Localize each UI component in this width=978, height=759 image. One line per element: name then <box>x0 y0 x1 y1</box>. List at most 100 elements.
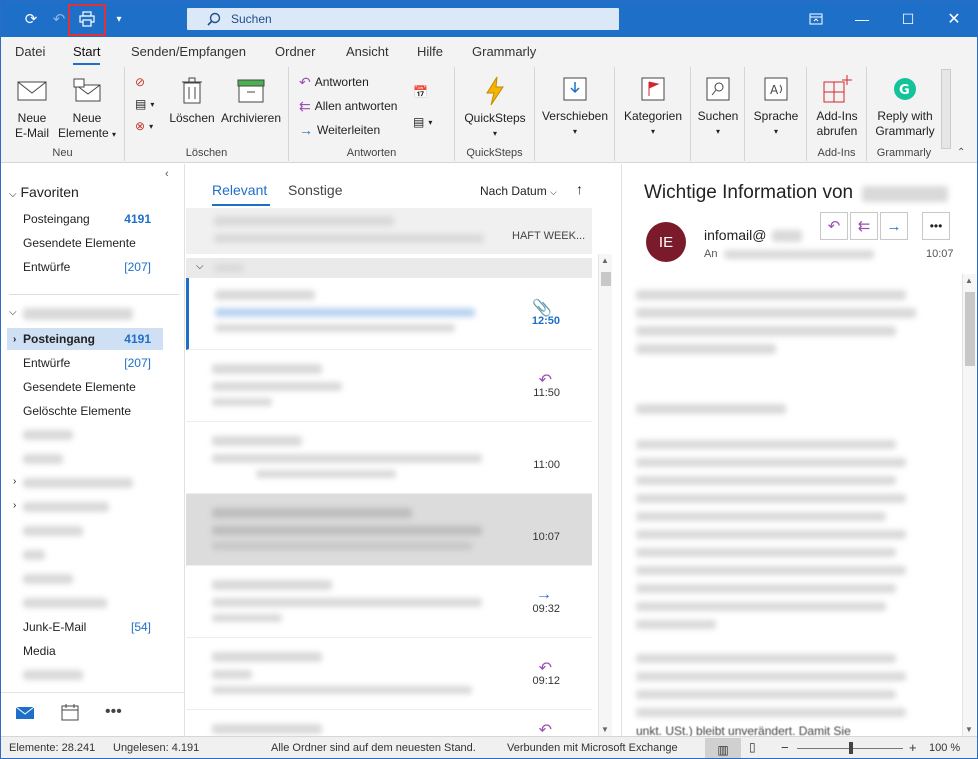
forward-button[interactable]: → Weiterleiten <box>299 119 380 141</box>
ribbon-display-icon[interactable] <box>793 1 839 37</box>
folder-blurred[interactable] <box>23 478 133 488</box>
avatar[interactable]: IE <box>646 222 686 262</box>
reply-all-button[interactable]: ⇇ Allen antworten <box>299 95 397 117</box>
reading-pane-scrollbar[interactable]: ▲ ▼ <box>962 274 976 736</box>
categories-button[interactable]: Kategorien ▾ <box>619 73 687 139</box>
tab-ordner[interactable]: Ordner <box>275 44 315 59</box>
folder-favorites-drafts[interactable]: Entwürfe [207] <box>23 256 163 278</box>
delete-button[interactable]: Löschen <box>169 75 215 126</box>
favorites-header[interactable]: ⌵ Favoriten <box>9 184 79 200</box>
folder-blurred[interactable] <box>23 550 45 560</box>
archive-button[interactable]: Archivieren <box>219 75 283 126</box>
zoom-slider-thumb[interactable] <box>849 742 853 754</box>
sync-icon[interactable]: ⟳ <box>17 5 45 33</box>
customize-toolbar-icon[interactable]: ▾ <box>105 5 133 33</box>
meeting-reply-button[interactable]: 📅 <box>413 81 428 103</box>
folder-blurred[interactable] <box>23 430 73 440</box>
message-item-selected[interactable]: 10:07 <box>186 494 592 566</box>
move-button[interactable]: Verschieben ▾ <box>541 73 609 139</box>
folder-blurred[interactable] <box>23 598 107 608</box>
item-count: Elemente: 28.241 <box>9 742 96 754</box>
search-input[interactable]: Suchen <box>187 8 619 30</box>
tab-datei[interactable]: Datei <box>15 44 45 59</box>
subject-blurred <box>212 526 482 535</box>
reading-view-button[interactable]: ▯ <box>749 740 756 754</box>
pinned-message[interactable]: HAFT WEEK... <box>186 208 592 254</box>
more-reply-button[interactable]: ▤ ▾ <box>413 111 432 133</box>
sort-direction-icon[interactable]: ↑ <box>576 181 583 197</box>
tab-grammarly[interactable]: Grammarly <box>472 44 536 59</box>
sender-address[interactable]: infomail@ <box>704 227 766 243</box>
folder-favorites-inbox[interactable]: Posteingang 4191 <box>23 208 163 230</box>
more-apps-icon[interactable]: ••• <box>105 703 122 721</box>
tab-other[interactable]: Sonstige <box>288 182 342 198</box>
mail-icon[interactable] <box>15 705 35 724</box>
scrollbar-thumb[interactable] <box>601 272 611 286</box>
message-item[interactable]: → 09:32 <box>186 566 592 638</box>
reply-with-grammarly-button[interactable]: G Reply with Grammarly <box>869 73 941 139</box>
tab-hilfe[interactable]: Hilfe <box>417 44 443 59</box>
message-item[interactable]: ↶ 09:12 <box>186 638 592 710</box>
collapse-pane-icon[interactable]: ‹ <box>165 168 169 180</box>
language-button[interactable]: A Sprache ▾ <box>749 73 803 139</box>
scrollbar-thumb[interactable] <box>965 292 975 366</box>
folder-blurred[interactable] <box>23 670 83 680</box>
minimize-button[interactable]: — <box>839 1 885 37</box>
message-item[interactable]: ↶ 11:50 <box>186 350 592 422</box>
get-addins-button[interactable]: Add-Ins abrufen <box>809 73 865 139</box>
folder-sent[interactable]: Gesendete Elemente <box>23 376 163 398</box>
message-item[interactable]: ↶ <box>186 710 592 739</box>
sort-dropdown[interactable]: Nach Datum ⌵ <box>480 184 557 198</box>
folder-blurred[interactable] <box>23 454 63 464</box>
folder-deleted[interactable]: Gelöschte Elemente <box>23 400 163 422</box>
calendar-icon[interactable] <box>61 703 79 724</box>
tab-ansicht[interactable]: Ansicht <box>346 44 389 59</box>
expander-icon[interactable]: › <box>13 476 16 487</box>
body-blurred <box>636 708 906 717</box>
zoom-in-button[interactable]: + <box>909 740 917 755</box>
cleanup-button[interactable]: ▤ ▾ <box>135 93 154 115</box>
folder-inbox[interactable]: › Posteingang 4191 <box>7 328 163 350</box>
reply-all-action-button[interactable]: ⇇ <box>850 212 878 240</box>
folder-blurred[interactable] <box>23 526 83 536</box>
new-email-label-1: Neue <box>17 111 47 125</box>
group-header-today[interactable]: ⌵ <box>186 258 592 278</box>
sender-blurred <box>212 580 332 590</box>
forward-action-button[interactable]: → <box>880 212 908 240</box>
new-email-button[interactable]: Neue E-Mail <box>11 75 53 141</box>
message-item[interactable]: 11:00 <box>186 422 592 494</box>
folder-favorites-sent[interactable]: Gesendete Elemente <box>23 232 163 254</box>
reply-button[interactable]: ↶ Antworten <box>299 71 369 93</box>
message-item[interactable]: 📎 12:50 <box>186 278 592 350</box>
zoom-out-button[interactable]: − <box>781 740 789 755</box>
maximize-button[interactable]: ☐ <box>885 1 931 37</box>
tab-senden-empfangen[interactable]: Senden/Empfangen <box>131 44 246 59</box>
new-items-button[interactable]: Neue Elemente ▾ <box>57 75 117 142</box>
tab-start[interactable]: Start <box>73 44 101 65</box>
folder-blurred[interactable] <box>23 574 73 584</box>
find-button[interactable]: Suchen ▾ <box>695 73 741 139</box>
folder-media[interactable]: Media <box>23 640 163 662</box>
svg-text:A: A <box>770 83 779 97</box>
tab-relevant[interactable]: Relevant <box>212 182 267 198</box>
ignore-button[interactable]: ⊘ <box>135 71 145 93</box>
normal-view-button[interactable]: ▥ <box>705 738 741 758</box>
folder-drafts[interactable]: Entwürfe [207] <box>23 352 163 374</box>
ribbon-scroll[interactable] <box>941 69 951 149</box>
reply-label: Antworten <box>314 75 369 89</box>
folder-junk[interactable]: Junk-E-Mail [54] <box>23 616 163 638</box>
collapse-ribbon-icon[interactable]: ⌃ <box>957 147 965 158</box>
reply-action-button[interactable]: ↶ <box>820 212 848 240</box>
quicksteps-button[interactable]: QuickSteps ▾ <box>463 75 527 141</box>
junk-button[interactable]: ⊗ ▾ <box>135 115 153 137</box>
print-highlight-box <box>68 4 106 36</box>
reading-pane: Wichtige Information von IE infomail@ An… <box>621 164 977 738</box>
close-button[interactable]: ✕ <box>931 1 977 37</box>
account-name[interactable] <box>23 308 133 320</box>
folder-blurred[interactable] <box>23 502 109 512</box>
message-list-scrollbar[interactable]: ▲ ▼ <box>598 254 612 736</box>
reply-icon: ↶ <box>827 218 841 235</box>
account-expander-icon[interactable]: ⌵ <box>9 307 17 318</box>
expander-icon[interactable]: › <box>13 500 16 511</box>
more-actions-button[interactable]: ••• <box>922 212 950 240</box>
